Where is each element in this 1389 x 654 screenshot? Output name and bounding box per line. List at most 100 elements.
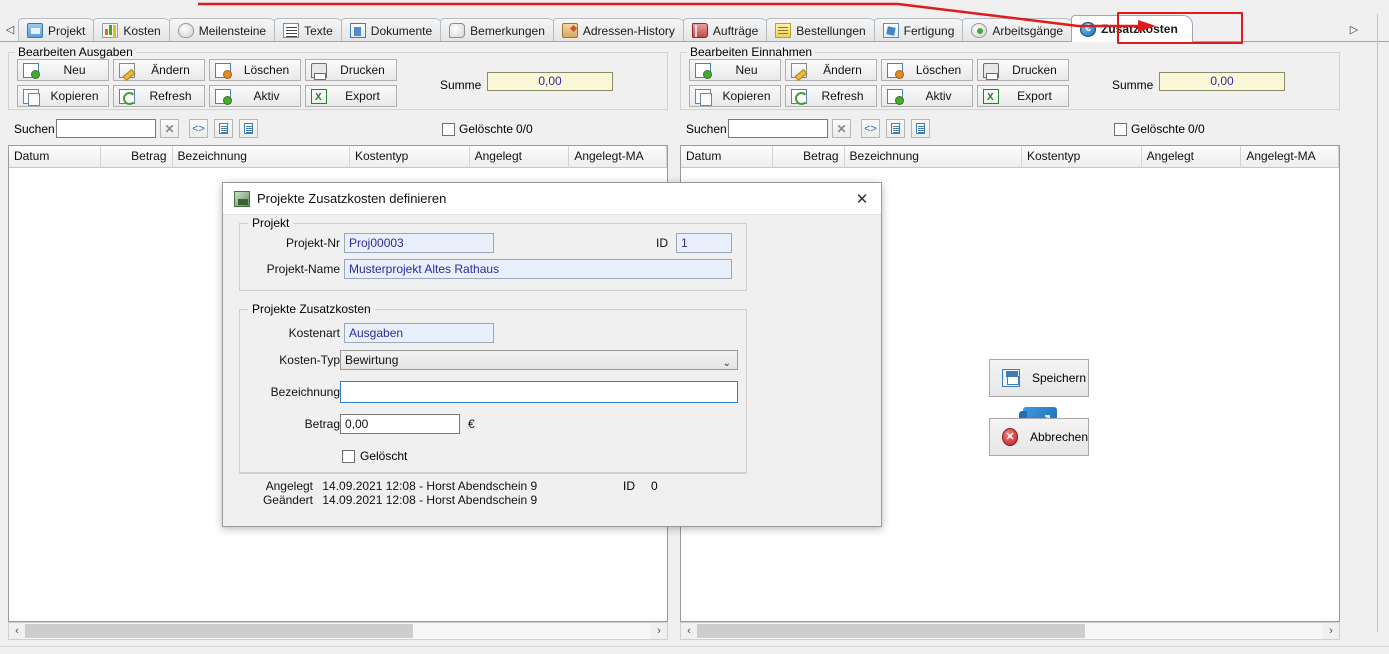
tab-label: Bemerkungen <box>470 23 545 38</box>
kostenart-label: Kostenart <box>288 326 340 340</box>
betrag-input[interactable]: 0,00 <box>340 414 460 434</box>
column-header-bezeichnung[interactable]: Bezeichnung <box>845 146 1022 168</box>
save-button[interactable]: Speichern <box>989 359 1089 397</box>
column-header-kostentyp[interactable]: Kostentyp <box>1022 146 1142 168</box>
l-schen-button-ausgaben[interactable]: Löschen <box>209 59 301 81</box>
geloescht-checkbox[interactable] <box>342 449 355 463</box>
column-header-datum[interactable]: Datum <box>9 146 101 168</box>
horizontal-scrollbar-einnahmen[interactable]: ‹ › <box>680 622 1340 640</box>
projekt-groupbox-title: Projekt <box>248 216 294 230</box>
deleted-checkbox[interactable] <box>442 122 455 136</box>
save-button-label: Speichern <box>1032 371 1087 385</box>
zusatzkosten-groupbox: Projekte Zusatzkosten Kostenart Ausgaben… <box>239 302 747 473</box>
tab-projekt[interactable]: Projekt <box>18 18 98 42</box>
bezeichnung-input[interactable] <box>340 381 738 403</box>
deleted-filter-einnahmen[interactable]: Gelöschte <box>1114 122 1185 136</box>
horizontal-scrollbar-ausgaben[interactable]: ‹ › <box>8 622 668 640</box>
-ndern-button-einnahmen[interactable]: Ändern <box>785 59 877 81</box>
column-header-angelegt-ma[interactable]: Angelegt-MA <box>1241 146 1340 168</box>
search-input-einnahmen[interactable] <box>728 119 828 138</box>
button-label: Drucken <box>1012 63 1057 77</box>
button-label: Drucken <box>340 63 385 77</box>
export-button-ausgaben[interactable]: Export <box>305 85 397 107</box>
tab-texte[interactable]: Texte <box>274 18 345 42</box>
refresh-button-einnahmen[interactable]: Refresh <box>785 85 877 107</box>
column-header-angelegt[interactable]: Angelegt <box>1142 146 1242 168</box>
tab-arbeitsg-nge[interactable]: Arbeitsgänge <box>962 18 1076 42</box>
code-view-icon[interactable]: <> <box>189 119 208 138</box>
-ndern-button-ausgaben[interactable]: Ändern <box>113 59 205 81</box>
scrollbar-track[interactable] <box>25 623 651 639</box>
tab-list: Projekt Kosten Meilensteine Texte Dokumente B… <box>18 14 1193 42</box>
close-icon[interactable]: ✕ <box>849 188 875 210</box>
l-schen-button-einnahmen[interactable]: Löschen <box>881 59 973 81</box>
tab-zusatzkosten[interactable]: € Zusatzkosten <box>1071 15 1193 42</box>
column-header-angelegt[interactable]: Angelegt <box>470 146 570 168</box>
kopieren-button-einnahmen[interactable]: Kopieren <box>689 85 781 107</box>
dialog-titlebar: Projekte Zusatzkosten definieren ✕ <box>223 183 881 215</box>
tab-auftr-ge[interactable]: Aufträge <box>682 18 771 42</box>
geloescht-checkbox-row[interactable]: Gelöscht <box>342 449 407 463</box>
projekt-name-field[interactable]: Musterprojekt Altes Rathaus <box>344 259 732 279</box>
comment-icon <box>449 23 466 38</box>
aktiv-button-ausgaben[interactable]: Aktiv <box>209 85 301 107</box>
export-button-einnahmen[interactable]: Export <box>977 85 1069 107</box>
neu-button-einnahmen[interactable]: Neu <box>689 59 781 81</box>
drucken-button-einnahmen[interactable]: Drucken <box>977 59 1069 81</box>
note-icon <box>775 23 792 38</box>
column-header-bezeichnung[interactable]: Bezeichnung <box>173 146 350 168</box>
tab-label: Dokumente <box>370 23 433 38</box>
scrollbar-thumb[interactable] <box>25 624 414 638</box>
scroll-left-icon[interactable]: ‹ <box>9 623 25 639</box>
button-label: Löschen <box>915 63 962 77</box>
list-view-icon[interactable] <box>886 119 905 138</box>
detail-view-icon[interactable] <box>239 119 258 138</box>
refresh-button-ausgaben[interactable]: Refresh <box>113 85 205 107</box>
scroll-left-icon[interactable]: ‹ <box>681 623 697 639</box>
drucken-button-ausgaben[interactable]: Drucken <box>305 59 397 81</box>
active-icon <box>215 88 232 105</box>
column-header-angelegt-ma[interactable]: Angelegt-MA <box>569 146 668 168</box>
projekt-nr-field[interactable]: Proj00003 <box>344 233 494 253</box>
tab-bestellungen[interactable]: Bestellungen <box>766 18 878 42</box>
clear-search-icon[interactable]: ✕ <box>832 119 851 138</box>
column-header-kostentyp[interactable]: Kostentyp <box>350 146 470 168</box>
tab-label: Bestellungen <box>796 23 866 38</box>
scroll-right-icon[interactable]: › <box>651 623 667 639</box>
column-header-betrag[interactable]: Betrag <box>101 146 173 168</box>
projekt-id-field[interactable]: 1 <box>676 233 732 253</box>
copy-icon <box>695 88 712 106</box>
tab-kosten[interactable]: Kosten <box>93 18 173 42</box>
tab-scroll-left-button[interactable]: ◁ <box>2 18 18 40</box>
chevron-down-icon: ⌄ <box>722 358 731 369</box>
scroll-right-icon[interactable]: › <box>1323 623 1339 639</box>
scrollbar-thumb[interactable] <box>697 624 1086 638</box>
tab-fertigung[interactable]: Fertigung <box>873 18 967 42</box>
currency-symbol: € <box>468 417 475 431</box>
tab-scroll-right-button[interactable]: ▷ <box>1346 18 1362 40</box>
kostenart-field[interactable]: Ausgaben <box>344 323 494 343</box>
kopieren-button-ausgaben[interactable]: Kopieren <box>17 85 109 107</box>
kostentyp-select[interactable]: Bewirtung ⌄ <box>340 350 738 370</box>
code-view-icon[interactable]: <> <box>861 119 880 138</box>
scrollbar-track[interactable] <box>697 623 1323 639</box>
aktiv-button-einnahmen[interactable]: Aktiv <box>881 85 973 107</box>
grid-header: Datum Betrag Bezeichnung Kostentyp Angelegt A… <box>9 146 668 168</box>
neu-button-ausgaben[interactable]: Neu <box>17 59 109 81</box>
audit-changed-label: Geändert <box>262 493 313 507</box>
tab-dokumente[interactable]: Dokumente <box>340 18 445 42</box>
tab-meilensteine[interactable]: Meilensteine <box>168 18 279 42</box>
tab-bemerkungen[interactable]: Bemerkungen <box>440 18 557 42</box>
tab-label: Meilensteine <box>198 23 267 38</box>
search-input-ausgaben[interactable] <box>56 119 156 138</box>
list-view-icon[interactable] <box>214 119 233 138</box>
column-header-datum[interactable]: Datum <box>681 146 773 168</box>
column-header-betrag[interactable]: Betrag <box>773 146 845 168</box>
book-icon <box>691 23 708 38</box>
deleted-filter-ausgaben[interactable]: Gelöschte <box>442 122 513 136</box>
cancel-button[interactable]: ✕ Abbrechen <box>989 418 1089 456</box>
detail-view-icon[interactable] <box>911 119 930 138</box>
deleted-checkbox[interactable] <box>1114 122 1127 136</box>
clear-search-icon[interactable]: ✕ <box>160 119 179 138</box>
tab-adressen-history[interactable]: Adressen-History <box>552 18 687 42</box>
